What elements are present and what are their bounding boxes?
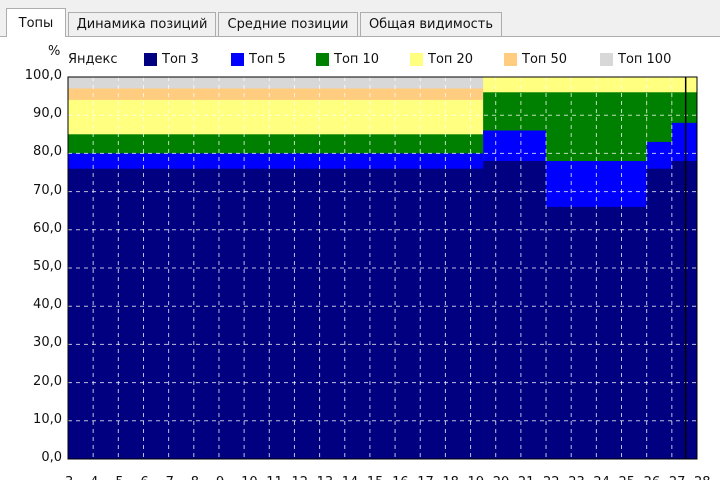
x-tick-label: 22 [543,475,560,480]
x-tick-label: 25 [619,475,636,480]
x-tick-label: 21 [518,475,535,480]
area-0-segment-0 [68,168,484,459]
area-0-segment-4 [671,161,697,460]
area-0-segment-3 [646,168,672,459]
x-tick-label: 15 [367,475,384,480]
area-0-segment-1 [483,161,547,460]
x-tick-label: 5 [115,475,123,480]
x-tick-label: 20 [493,475,510,480]
x-tick-label: 27 [669,475,686,480]
x-tick-label: 16 [392,475,409,480]
x-tick-label: 7 [166,475,174,480]
x-tick-label: 19 [468,475,485,480]
x-tick-label: 4 [90,475,98,480]
x-tick-label: 28 [694,475,711,480]
x-tick-label: 14 [342,475,359,480]
x-tick-label: 10 [241,475,258,480]
x-tick-label: 11 [266,475,283,480]
x-tick-label: 23 [568,475,585,480]
x-tick-label: 8 [191,475,199,480]
x-tick-label: 18 [442,475,459,480]
x-tick-label: 3 [65,475,73,480]
x-tick-label: 17 [417,475,434,480]
x-tick-label: 6 [140,475,148,480]
x-tick-label: 13 [317,475,334,480]
x-tick-label: 9 [216,475,224,480]
x-tick-label: 26 [644,475,661,480]
stacked-area-chart: 3 4 5 6 7 8 9 10 11 12 13 14 15 16 17 18 19 20 21 22 23 24 25 2… [65,76,711,480]
x-tick-label: 12 [291,475,308,480]
tab-tops[interactable]: Топы [6,8,66,37]
x-tick-label: 24 [593,475,610,480]
